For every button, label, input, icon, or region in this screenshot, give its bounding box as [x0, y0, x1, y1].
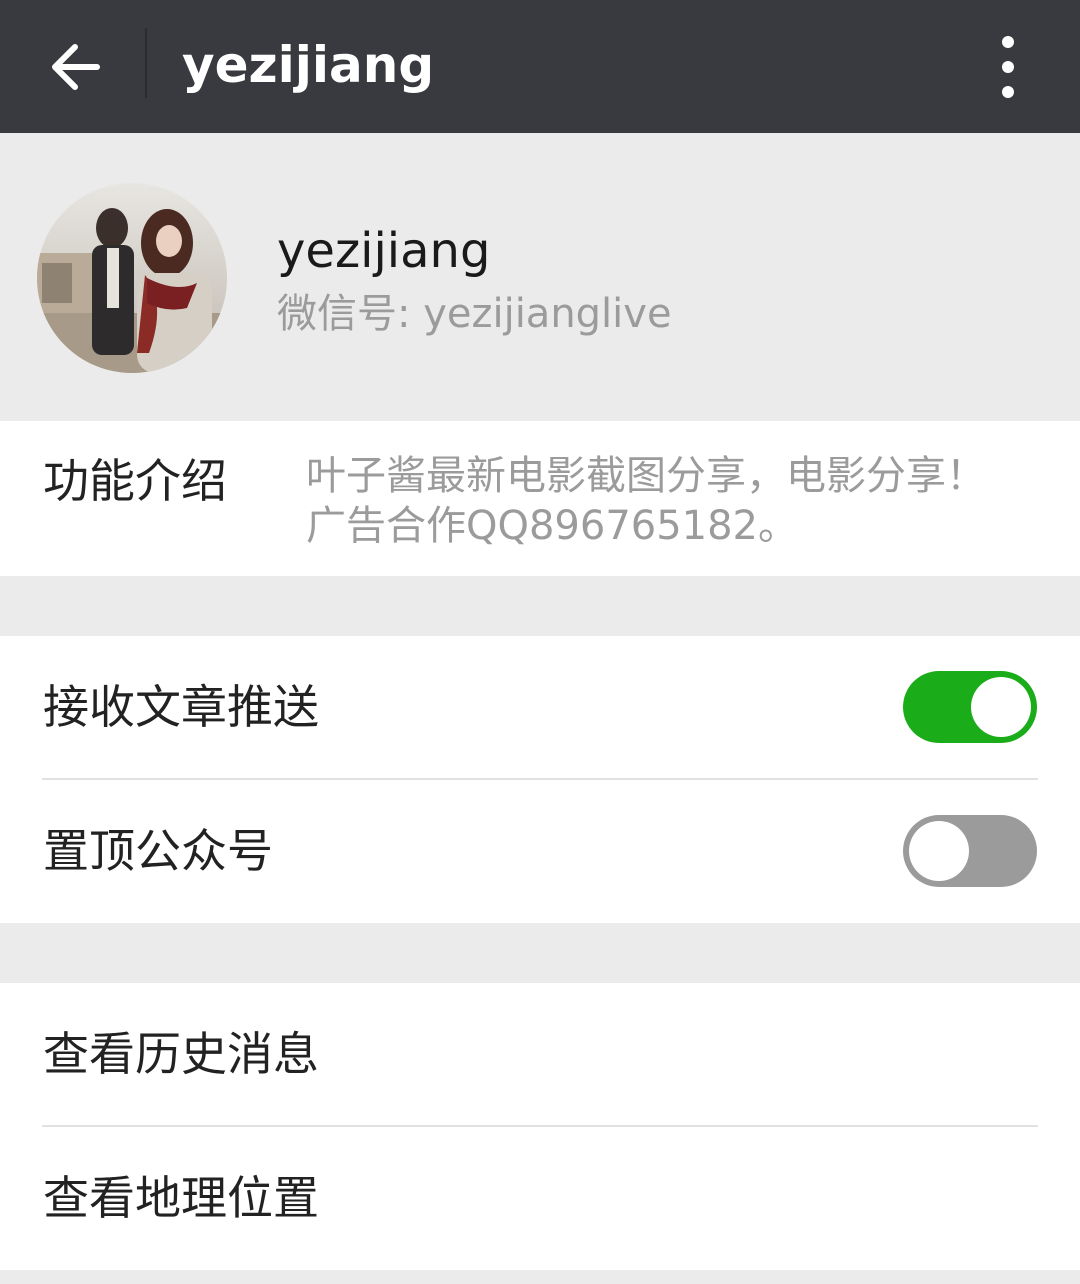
arrow-left-icon: [52, 44, 100, 90]
receive-push-label: 接收文章推送: [43, 680, 319, 734]
back-button[interactable]: [30, 22, 120, 112]
page-title: yezijiang: [182, 36, 435, 94]
location-row[interactable]: 查看地理位置: [0, 1127, 1080, 1270]
receive-push-toggle[interactable]: [903, 671, 1037, 743]
pin-account-toggle[interactable]: [903, 815, 1037, 887]
receive-push-row[interactable]: 接收文章推送: [0, 636, 1080, 779]
toggle-knob: [971, 677, 1031, 737]
actions-card: 查看历史消息 查看地理位置: [0, 983, 1080, 1270]
avatar[interactable]: [37, 183, 227, 373]
pin-account-row[interactable]: 置顶公众号: [0, 780, 1080, 923]
profile-name: yezijiang: [277, 223, 491, 279]
location-label: 查看地理位置: [43, 1171, 319, 1225]
top-bar: yezijiang: [0, 0, 1080, 133]
intro-line: 广告合作QQ896765182。: [306, 503, 799, 549]
intro-line: 叶子酱最新电影截图分享，电影分享！: [306, 453, 986, 499]
avatar-photo: [37, 183, 227, 373]
history-label: 查看历史消息: [43, 1027, 319, 1081]
wechat-id: 微信号: yezijianglive: [277, 291, 672, 337]
history-row[interactable]: 查看历史消息: [0, 983, 1080, 1126]
toggle-knob: [909, 821, 969, 881]
more-vertical-icon: [1002, 36, 1014, 98]
intro-text: 叶子酱最新电影截图分享，电影分享！ 广告合作QQ896765182。: [306, 451, 1046, 551]
profile-header: yezijiang 微信号: yezijianglive: [0, 133, 1080, 421]
intro-card: 功能介绍 叶子酱最新电影截图分享，电影分享！ 广告合作QQ896765182。: [0, 421, 1080, 576]
more-button[interactable]: [970, 22, 1046, 112]
pin-account-label: 置顶公众号: [43, 824, 273, 878]
header-divider: [145, 28, 147, 98]
settings-card: 接收文章推送 置顶公众号: [0, 636, 1080, 923]
intro-label: 功能介绍: [43, 454, 227, 508]
